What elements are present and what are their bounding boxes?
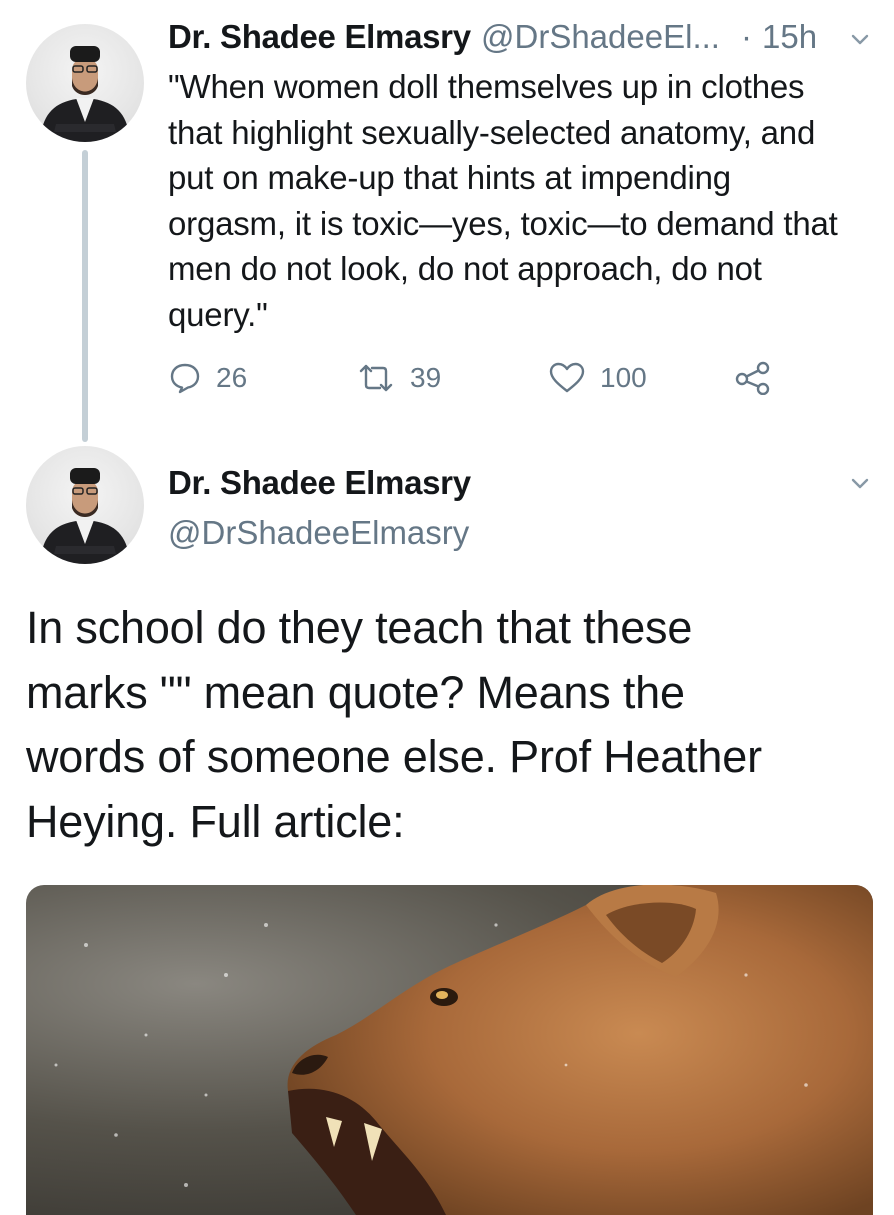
lioness-photo	[54, 885, 873, 1215]
tweet1-text: "When women doll themselves up in clothe…	[168, 68, 838, 333]
reply-button[interactable]: 26	[168, 361, 247, 395]
avatar-tweet1[interactable]	[26, 24, 144, 142]
retweet-button[interactable]: 39	[356, 361, 441, 395]
tweet1-display-name[interactable]: Dr. Shadee Elmasry	[168, 18, 471, 56]
heart-icon	[548, 361, 586, 395]
tweet2-display-name[interactable]: Dr. Shadee Elmasry	[168, 464, 471, 502]
share-button[interactable]	[734, 361, 772, 395]
avatar-image	[40, 468, 130, 564]
retweet-count: 39	[410, 362, 442, 393]
like-button[interactable]: 100	[548, 361, 647, 395]
tweet1-time-separator: ·	[741, 18, 752, 55]
tweet2-text: In school do they teach that these marks…	[26, 602, 762, 847]
share-icon	[734, 361, 772, 395]
avatar-tweet2[interactable]	[26, 446, 144, 564]
tweet1-handle[interactable]: @DrShadeeEl...	[481, 18, 720, 56]
retweet-icon	[356, 361, 396, 395]
like-count: 100	[600, 362, 647, 393]
tweet1-timestamp[interactable]: 15h	[762, 18, 817, 56]
reply-icon	[168, 361, 202, 395]
tweet1-menu-chevron-icon[interactable]	[850, 30, 870, 55]
reply-count: 26	[216, 362, 248, 393]
tweet2-menu-chevron-icon[interactable]	[850, 474, 870, 499]
tweet2-handle[interactable]: @DrShadeeElmasry	[168, 514, 469, 552]
tweet2-media-card[interactable]	[26, 885, 873, 1215]
avatar-image	[40, 46, 130, 142]
thread-line	[82, 150, 88, 442]
